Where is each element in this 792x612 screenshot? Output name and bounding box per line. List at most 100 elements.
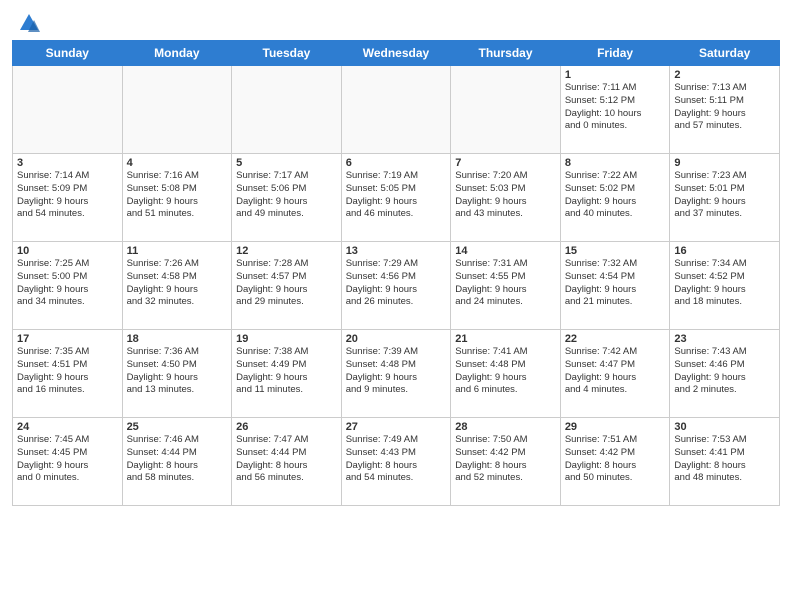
day-info: Sunrise: 7:26 AM Sunset: 4:58 PM Dayligh… — [127, 258, 228, 309]
day-info: Sunrise: 7:28 AM Sunset: 4:57 PM Dayligh… — [236, 258, 337, 309]
day-number: 13 — [346, 245, 447, 257]
day-number: 27 — [346, 421, 447, 433]
day-number: 5 — [236, 157, 337, 169]
day-cell-18: 18Sunrise: 7:36 AM Sunset: 4:50 PM Dayli… — [122, 330, 232, 418]
day-number: 21 — [455, 333, 556, 345]
day-cell-5: 5Sunrise: 7:17 AM Sunset: 5:06 PM Daylig… — [232, 154, 342, 242]
calendar-table: SundayMondayTuesdayWednesdayThursdayFrid… — [12, 40, 780, 506]
day-cell-empty — [13, 66, 123, 154]
day-info: Sunrise: 7:43 AM Sunset: 4:46 PM Dayligh… — [674, 346, 775, 397]
day-cell-17: 17Sunrise: 7:35 AM Sunset: 4:51 PM Dayli… — [13, 330, 123, 418]
day-number: 16 — [674, 245, 775, 257]
col-header-thursday: Thursday — [451, 41, 561, 66]
logo — [16, 12, 40, 34]
day-info: Sunrise: 7:22 AM Sunset: 5:02 PM Dayligh… — [565, 170, 666, 221]
col-header-tuesday: Tuesday — [232, 41, 342, 66]
day-cell-11: 11Sunrise: 7:26 AM Sunset: 4:58 PM Dayli… — [122, 242, 232, 330]
page: SundayMondayTuesdayWednesdayThursdayFrid… — [0, 0, 792, 612]
day-number: 24 — [17, 421, 118, 433]
day-number: 6 — [346, 157, 447, 169]
day-info: Sunrise: 7:14 AM Sunset: 5:09 PM Dayligh… — [17, 170, 118, 221]
day-number: 10 — [17, 245, 118, 257]
day-info: Sunrise: 7:36 AM Sunset: 4:50 PM Dayligh… — [127, 346, 228, 397]
col-header-monday: Monday — [122, 41, 232, 66]
day-number: 3 — [17, 157, 118, 169]
day-cell-4: 4Sunrise: 7:16 AM Sunset: 5:08 PM Daylig… — [122, 154, 232, 242]
week-row-4: 17Sunrise: 7:35 AM Sunset: 4:51 PM Dayli… — [13, 330, 780, 418]
day-cell-8: 8Sunrise: 7:22 AM Sunset: 5:02 PM Daylig… — [560, 154, 670, 242]
col-header-friday: Friday — [560, 41, 670, 66]
day-number: 4 — [127, 157, 228, 169]
day-cell-13: 13Sunrise: 7:29 AM Sunset: 4:56 PM Dayli… — [341, 242, 451, 330]
col-header-saturday: Saturday — [670, 41, 780, 66]
day-cell-empty — [232, 66, 342, 154]
day-cell-empty — [341, 66, 451, 154]
logo-icon — [18, 12, 40, 34]
day-number: 19 — [236, 333, 337, 345]
day-cell-30: 30Sunrise: 7:53 AM Sunset: 4:41 PM Dayli… — [670, 418, 780, 506]
day-cell-26: 26Sunrise: 7:47 AM Sunset: 4:44 PM Dayli… — [232, 418, 342, 506]
day-info: Sunrise: 7:13 AM Sunset: 5:11 PM Dayligh… — [674, 82, 775, 133]
day-cell-empty — [451, 66, 561, 154]
day-number: 2 — [674, 69, 775, 81]
day-info: Sunrise: 7:46 AM Sunset: 4:44 PM Dayligh… — [127, 434, 228, 485]
column-headers: SundayMondayTuesdayWednesdayThursdayFrid… — [13, 41, 780, 66]
day-info: Sunrise: 7:23 AM Sunset: 5:01 PM Dayligh… — [674, 170, 775, 221]
day-number: 7 — [455, 157, 556, 169]
col-header-sunday: Sunday — [13, 41, 123, 66]
day-number: 12 — [236, 245, 337, 257]
day-info: Sunrise: 7:31 AM Sunset: 4:55 PM Dayligh… — [455, 258, 556, 309]
week-row-3: 10Sunrise: 7:25 AM Sunset: 5:00 PM Dayli… — [13, 242, 780, 330]
day-cell-15: 15Sunrise: 7:32 AM Sunset: 4:54 PM Dayli… — [560, 242, 670, 330]
calendar: SundayMondayTuesdayWednesdayThursdayFrid… — [0, 40, 792, 612]
day-info: Sunrise: 7:50 AM Sunset: 4:42 PM Dayligh… — [455, 434, 556, 485]
day-cell-23: 23Sunrise: 7:43 AM Sunset: 4:46 PM Dayli… — [670, 330, 780, 418]
col-header-wednesday: Wednesday — [341, 41, 451, 66]
day-info: Sunrise: 7:49 AM Sunset: 4:43 PM Dayligh… — [346, 434, 447, 485]
day-info: Sunrise: 7:25 AM Sunset: 5:00 PM Dayligh… — [17, 258, 118, 309]
day-number: 23 — [674, 333, 775, 345]
day-cell-3: 3Sunrise: 7:14 AM Sunset: 5:09 PM Daylig… — [13, 154, 123, 242]
day-number: 15 — [565, 245, 666, 257]
day-info: Sunrise: 7:53 AM Sunset: 4:41 PM Dayligh… — [674, 434, 775, 485]
day-info: Sunrise: 7:47 AM Sunset: 4:44 PM Dayligh… — [236, 434, 337, 485]
day-number: 11 — [127, 245, 228, 257]
day-cell-29: 29Sunrise: 7:51 AM Sunset: 4:42 PM Dayli… — [560, 418, 670, 506]
day-info: Sunrise: 7:41 AM Sunset: 4:48 PM Dayligh… — [455, 346, 556, 397]
day-cell-20: 20Sunrise: 7:39 AM Sunset: 4:48 PM Dayli… — [341, 330, 451, 418]
day-info: Sunrise: 7:42 AM Sunset: 4:47 PM Dayligh… — [565, 346, 666, 397]
day-number: 14 — [455, 245, 556, 257]
day-info: Sunrise: 7:11 AM Sunset: 5:12 PM Dayligh… — [565, 82, 666, 133]
day-number: 29 — [565, 421, 666, 433]
day-number: 25 — [127, 421, 228, 433]
day-cell-22: 22Sunrise: 7:42 AM Sunset: 4:47 PM Dayli… — [560, 330, 670, 418]
day-cell-21: 21Sunrise: 7:41 AM Sunset: 4:48 PM Dayli… — [451, 330, 561, 418]
day-cell-14: 14Sunrise: 7:31 AM Sunset: 4:55 PM Dayli… — [451, 242, 561, 330]
day-cell-16: 16Sunrise: 7:34 AM Sunset: 4:52 PM Dayli… — [670, 242, 780, 330]
day-info: Sunrise: 7:34 AM Sunset: 4:52 PM Dayligh… — [674, 258, 775, 309]
day-number: 1 — [565, 69, 666, 81]
week-row-5: 24Sunrise: 7:45 AM Sunset: 4:45 PM Dayli… — [13, 418, 780, 506]
day-info: Sunrise: 7:20 AM Sunset: 5:03 PM Dayligh… — [455, 170, 556, 221]
day-number: 28 — [455, 421, 556, 433]
day-cell-28: 28Sunrise: 7:50 AM Sunset: 4:42 PM Dayli… — [451, 418, 561, 506]
day-cell-empty — [122, 66, 232, 154]
day-cell-25: 25Sunrise: 7:46 AM Sunset: 4:44 PM Dayli… — [122, 418, 232, 506]
day-cell-7: 7Sunrise: 7:20 AM Sunset: 5:03 PM Daylig… — [451, 154, 561, 242]
day-info: Sunrise: 7:51 AM Sunset: 4:42 PM Dayligh… — [565, 434, 666, 485]
day-cell-10: 10Sunrise: 7:25 AM Sunset: 5:00 PM Dayli… — [13, 242, 123, 330]
day-cell-2: 2Sunrise: 7:13 AM Sunset: 5:11 PM Daylig… — [670, 66, 780, 154]
day-info: Sunrise: 7:45 AM Sunset: 4:45 PM Dayligh… — [17, 434, 118, 485]
week-row-1: 1Sunrise: 7:11 AM Sunset: 5:12 PM Daylig… — [13, 66, 780, 154]
day-info: Sunrise: 7:39 AM Sunset: 4:48 PM Dayligh… — [346, 346, 447, 397]
day-info: Sunrise: 7:19 AM Sunset: 5:05 PM Dayligh… — [346, 170, 447, 221]
day-cell-12: 12Sunrise: 7:28 AM Sunset: 4:57 PM Dayli… — [232, 242, 342, 330]
day-info: Sunrise: 7:38 AM Sunset: 4:49 PM Dayligh… — [236, 346, 337, 397]
day-info: Sunrise: 7:32 AM Sunset: 4:54 PM Dayligh… — [565, 258, 666, 309]
day-info: Sunrise: 7:35 AM Sunset: 4:51 PM Dayligh… — [17, 346, 118, 397]
day-cell-27: 27Sunrise: 7:49 AM Sunset: 4:43 PM Dayli… — [341, 418, 451, 506]
day-number: 20 — [346, 333, 447, 345]
day-cell-24: 24Sunrise: 7:45 AM Sunset: 4:45 PM Dayli… — [13, 418, 123, 506]
day-cell-6: 6Sunrise: 7:19 AM Sunset: 5:05 PM Daylig… — [341, 154, 451, 242]
header — [0, 0, 792, 40]
